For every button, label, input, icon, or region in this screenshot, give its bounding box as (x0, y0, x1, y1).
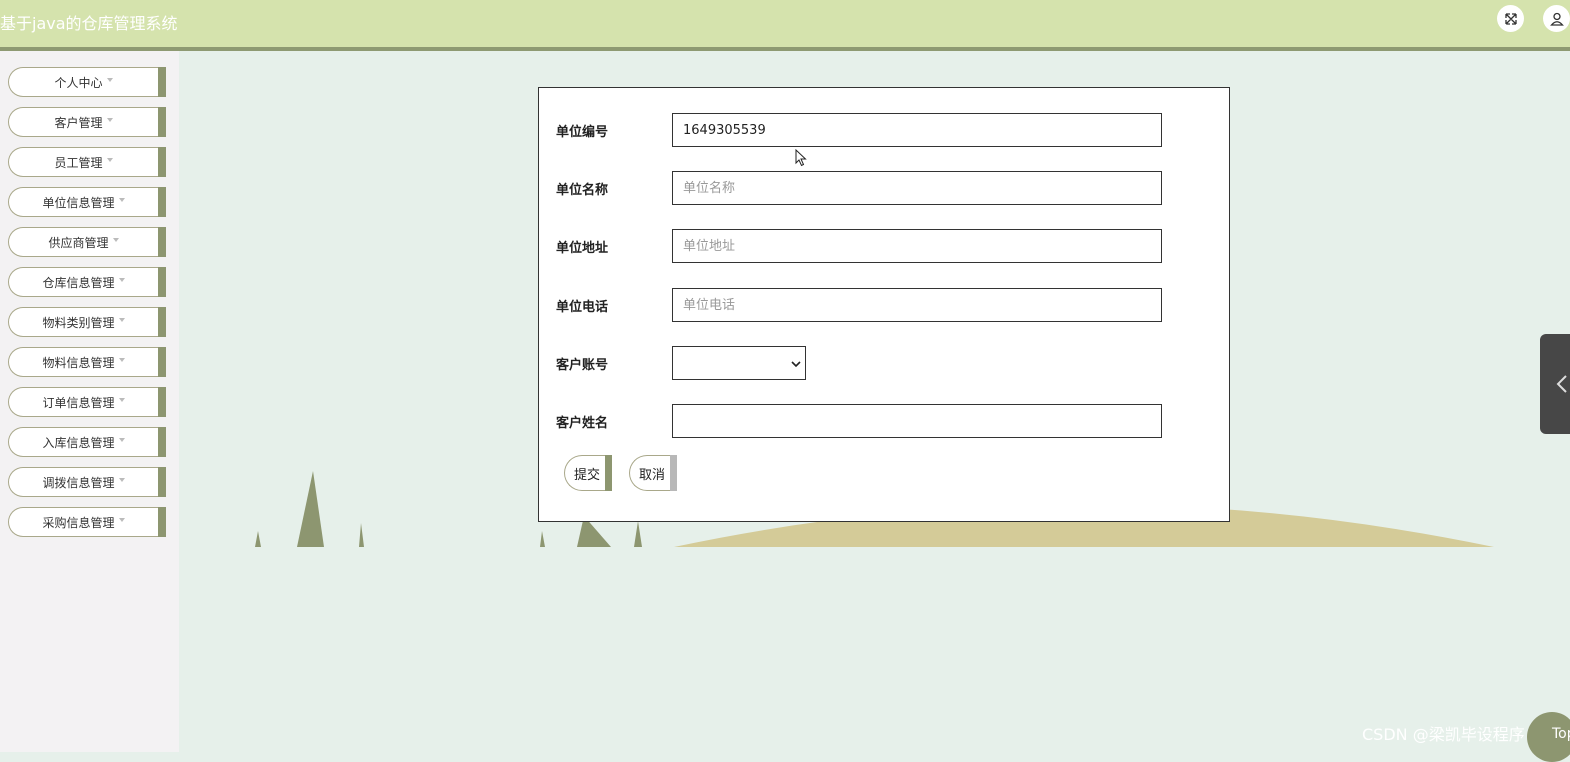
sidebar-item-label: 入库信息管理 (42, 435, 115, 450)
tree-shape (634, 521, 642, 547)
caret-down-icon (112, 238, 119, 242)
sidebar-item-label: 订单信息管理 (42, 395, 115, 410)
caret-down-icon (118, 278, 125, 282)
fullscreen-button[interactable] (1497, 5, 1524, 32)
caret-down-icon (118, 318, 125, 322)
sidebar-item-employee[interactable]: 员工管理 (8, 147, 166, 177)
customer-account-label: 客户账号 (556, 358, 609, 373)
tree-shape (359, 523, 364, 547)
sidebar-item-supplier[interactable]: 供应商管理 (8, 227, 166, 257)
caret-down-icon (118, 518, 125, 522)
cancel-button[interactable]: 取消 (629, 455, 677, 491)
sidebar-item-label: 客户管理 (54, 115, 103, 130)
customer-name-input[interactable] (672, 404, 1162, 438)
submit-button[interactable]: 提交 (564, 455, 612, 491)
caret-down-icon (118, 198, 125, 202)
sidebar-item-order-info[interactable]: 订单信息管理 (8, 387, 166, 417)
caret-down-icon (106, 118, 113, 122)
sidebar-item-label: 物料信息管理 (42, 355, 115, 370)
fullscreen-icon (1504, 12, 1517, 25)
submit-button-label: 提交 (574, 467, 601, 483)
app-title: 基于java的仓库管理系统 (0, 14, 178, 33)
tree-shape (255, 531, 261, 547)
unit-name-label: 单位名称 (556, 183, 609, 198)
cancel-button-label: 取消 (639, 467, 666, 483)
chevron-left-icon (1556, 375, 1567, 393)
sidebar: 个人中心 客户管理 员工管理 单位信息管理 供应商管理 仓库信息管理 物料类别管… (0, 51, 179, 752)
caret-down-icon (118, 478, 125, 482)
sidebar-item-label: 仓库信息管理 (42, 275, 115, 290)
unit-address-label: 单位地址 (556, 241, 609, 256)
mouse-cursor-icon (795, 149, 807, 167)
sidebar-item-customer[interactable]: 客户管理 (8, 107, 166, 137)
unit-phone-label: 单位电话 (556, 300, 609, 315)
unit-info-form: 单位编号 单位名称 单位地址 单位电话 客户账号 客户姓名 提交 取消 (538, 87, 1230, 522)
tree-shape (297, 471, 324, 547)
caret-down-icon (118, 358, 125, 362)
user-icon (1549, 12, 1564, 26)
unit-phone-input[interactable] (672, 288, 1162, 322)
sidebar-item-warehouse[interactable]: 仓库信息管理 (8, 267, 166, 297)
unit-address-input[interactable] (672, 229, 1162, 263)
sidebar-item-unit-info[interactable]: 单位信息管理 (8, 187, 166, 217)
sidebar-item-label: 个人中心 (54, 75, 103, 90)
sidebar-item-inbound-info[interactable]: 入库信息管理 (8, 427, 166, 457)
sidebar-item-transfer-info[interactable]: 调拨信息管理 (8, 467, 166, 497)
caret-down-icon (118, 398, 125, 402)
sidebar-item-label: 供应商管理 (48, 235, 109, 250)
sidebar-item-material-category[interactable]: 物料类别管理 (8, 307, 166, 337)
top-header: 基于java的仓库管理系统 (0, 0, 1570, 51)
unit-no-input[interactable] (672, 113, 1162, 147)
user-button[interactable] (1543, 5, 1570, 32)
unit-name-input[interactable] (672, 171, 1162, 205)
side-drawer-toggle[interactable] (1540, 334, 1570, 434)
sidebar-item-label: 采购信息管理 (42, 515, 115, 530)
sidebar-item-purchase-info[interactable]: 采购信息管理 (8, 507, 166, 537)
unit-no-label: 单位编号 (556, 125, 609, 140)
sidebar-item-label: 员工管理 (54, 155, 103, 170)
caret-down-icon (106, 158, 113, 162)
tree-shape (540, 531, 545, 547)
chevron-down-icon (791, 361, 801, 368)
customer-account-select[interactable] (672, 346, 806, 380)
caret-down-icon (106, 78, 113, 82)
caret-down-icon (118, 438, 125, 442)
sidebar-item-label: 调拨信息管理 (42, 475, 115, 490)
sidebar-item-label: 物料类别管理 (42, 315, 115, 330)
watermark-text: CSDN @梁凯毕设程序 (1362, 725, 1525, 744)
sidebar-item-material-info[interactable]: 物料信息管理 (8, 347, 166, 377)
sidebar-item-label: 单位信息管理 (42, 195, 115, 210)
customer-name-label: 客户姓名 (556, 416, 609, 431)
back-to-top-label: Top (1552, 726, 1570, 742)
sidebar-item-personal-center[interactable]: 个人中心 (8, 67, 166, 97)
